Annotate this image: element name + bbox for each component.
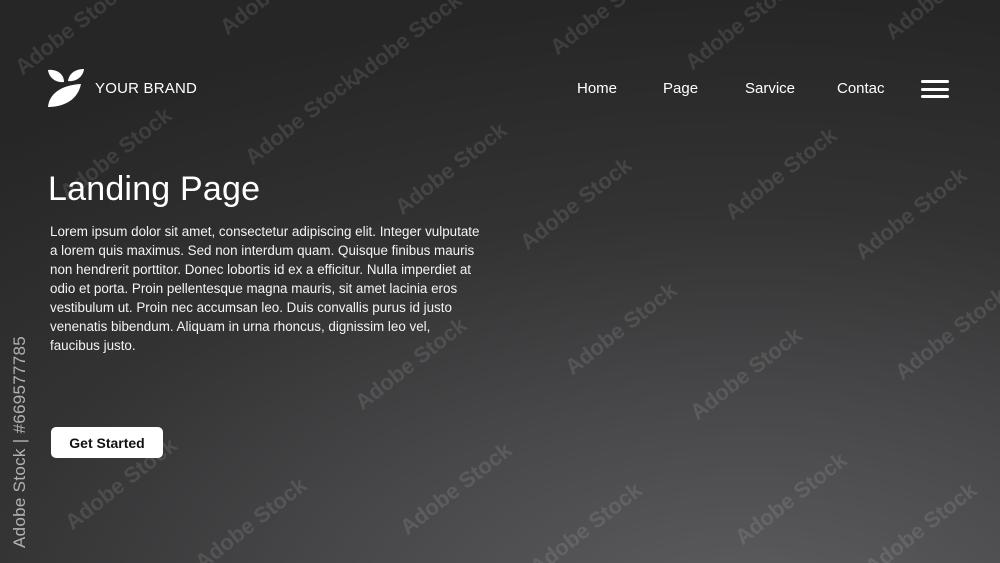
nav-home[interactable]: Home — [577, 80, 617, 97]
watermark: Adobe Stock — [730, 447, 852, 550]
watermark: Adobe Stock — [390, 117, 512, 220]
stock-id-watermark: Adobe Stock | #669577785 — [10, 335, 29, 548]
get-started-button[interactable]: Get Started — [51, 427, 163, 458]
watermark: Adobe Stock — [345, 0, 467, 90]
watermark: Adobe Stock — [860, 477, 982, 563]
leaf-icon — [48, 69, 84, 107]
watermark: Adobe Stock — [685, 322, 807, 425]
watermark: Adobe Stock — [880, 0, 1000, 45]
main-nav: Home Page Sarvice Contac — [577, 80, 897, 98]
hamburger-menu-icon[interactable] — [921, 80, 949, 98]
watermark: Adobe Stock — [525, 477, 647, 563]
watermark: Adobe Stock — [720, 122, 842, 225]
page-title: Landing Page — [48, 170, 261, 208]
watermark: Adobe Stock — [850, 162, 972, 265]
nav-service[interactable]: Sarvice — [745, 80, 795, 97]
watermark: Adobe Stock — [190, 472, 312, 563]
brand-name: YOUR BRAND — [95, 79, 198, 97]
watermark: Adobe Stock — [515, 152, 637, 255]
watermark: Adobe Stock — [215, 0, 337, 40]
watermark: Adobe Stock — [680, 0, 802, 75]
watermark: Adobe Stock — [890, 282, 1000, 385]
watermark: Adobe Stock — [560, 277, 682, 380]
watermark: Adobe Stock — [240, 67, 362, 170]
brand[interactable]: YOUR BRAND — [47, 68, 197, 108]
watermark: Adobe Stock — [545, 0, 667, 60]
nav-page[interactable]: Page — [663, 80, 698, 97]
nav-contact[interactable]: Contac — [837, 80, 885, 97]
hero-paragraph: Lorem ipsum dolor sit amet, consectetur … — [50, 224, 480, 353]
watermark: Adobe Stock — [395, 437, 517, 540]
